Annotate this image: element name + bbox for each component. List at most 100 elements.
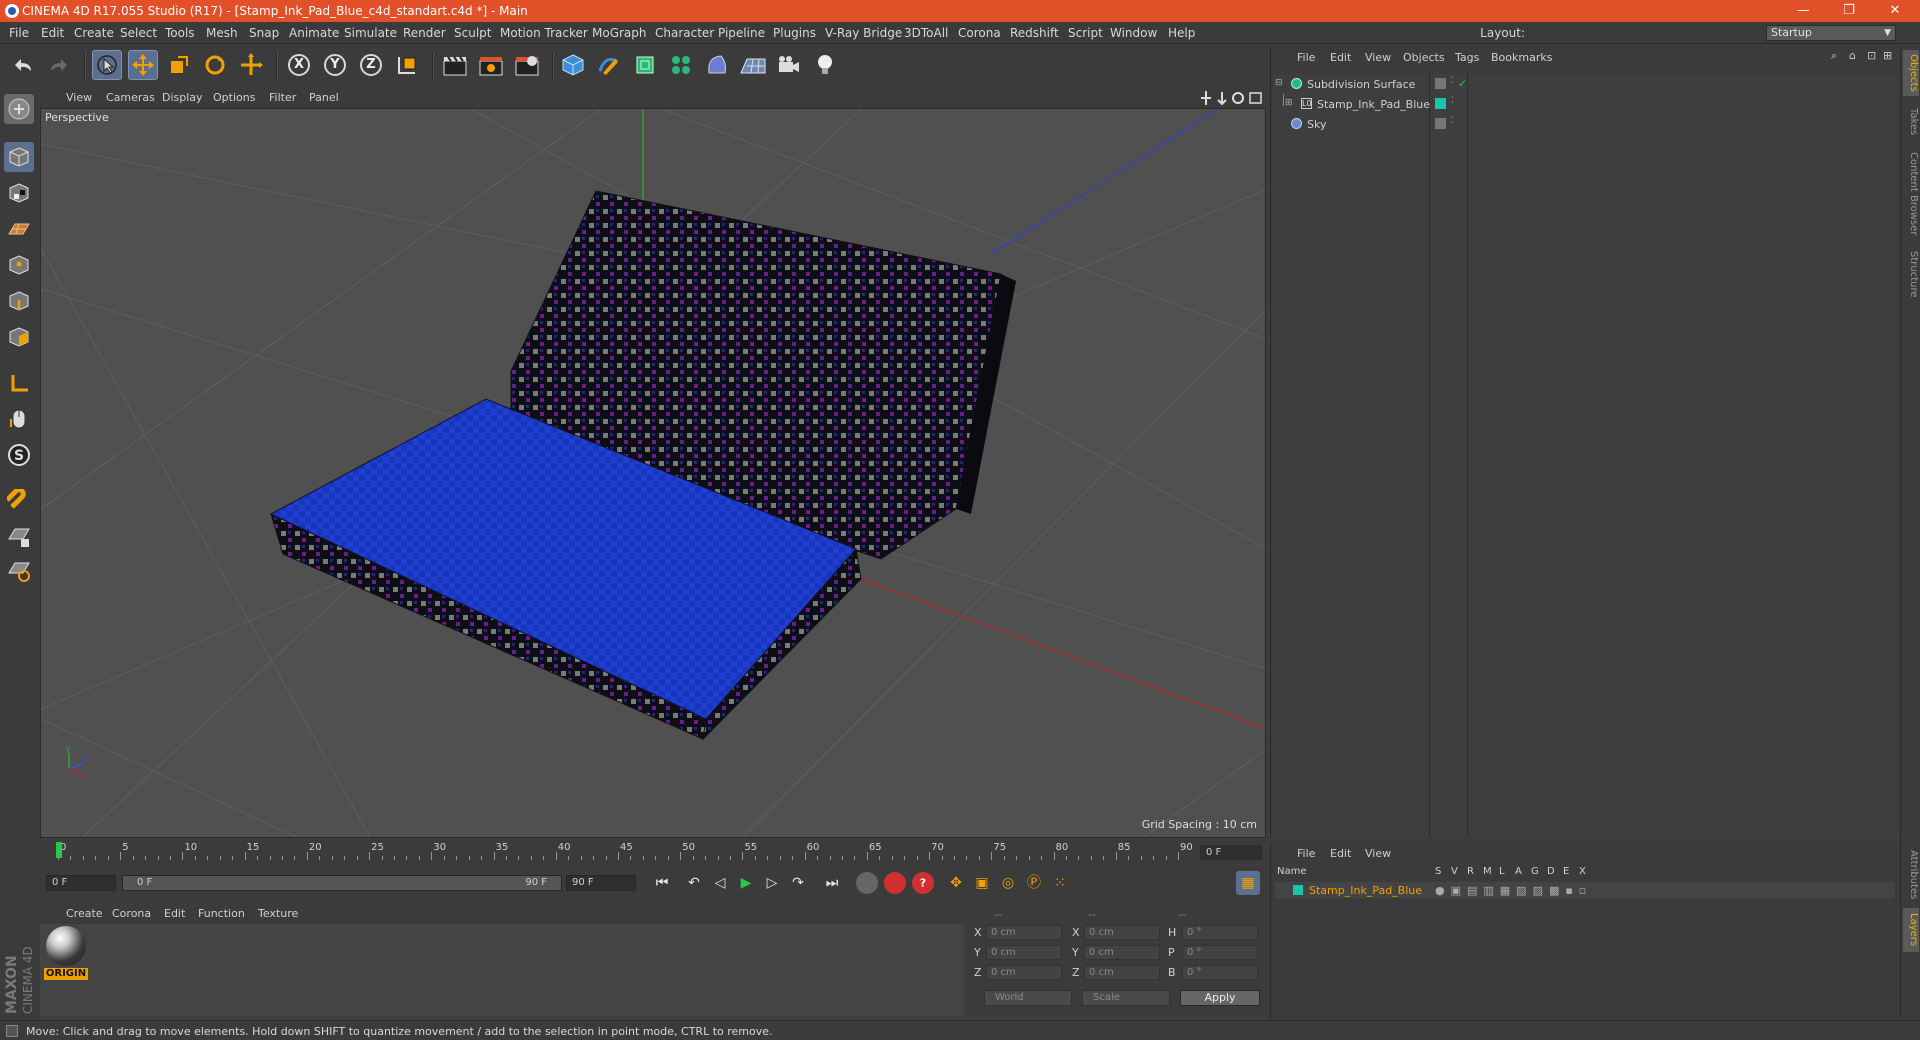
menu-script[interactable]: Script [1068, 26, 1103, 40]
axis-mode-button[interactable] [4, 368, 34, 398]
close-button[interactable]: ✕ [1872, 0, 1918, 22]
play-button[interactable]: ▶ [734, 871, 758, 895]
collapse-icon[interactable]: ⊟ [1275, 78, 1283, 88]
maximize-button[interactable]: ❐ [1826, 0, 1872, 22]
material-menu-corona[interactable]: Corona [112, 907, 151, 920]
add-camera-button[interactable] [774, 50, 804, 80]
menu-simulate[interactable]: Simulate [344, 26, 397, 40]
points-mode-button[interactable] [4, 250, 34, 280]
playhead[interactable] [56, 842, 62, 858]
material-menu-texture[interactable]: Texture [258, 907, 298, 920]
menu-vray-bridge[interactable]: V-Ray Bridge [825, 26, 902, 40]
planar-workplane-button[interactable] [4, 556, 34, 586]
snap-button[interactable]: S [4, 440, 34, 470]
menu-mesh[interactable]: Mesh [206, 26, 238, 40]
viewport-menu-options[interactable]: Options [213, 91, 255, 104]
viewport-menu-cameras[interactable]: Cameras [106, 91, 155, 104]
coordinate-system-button[interactable] [392, 50, 422, 80]
key-pla-button[interactable]: ⁙ [1048, 871, 1072, 895]
texture-mode-button[interactable] [4, 178, 34, 208]
menu-plugins[interactable]: Plugins [773, 26, 816, 40]
layer-flag-icons[interactable]: ●▣▤▥▦▧▨▩▪▫ [1435, 884, 1592, 897]
layout-dropdown[interactable]: Startup ▼ [1766, 25, 1896, 41]
tab-objects[interactable]: Objects [1903, 50, 1919, 96]
polygons-mode-button[interactable] [4, 322, 34, 352]
size-x-field[interactable]: 0 cm [1084, 925, 1160, 940]
move-tool-button[interactable] [128, 50, 158, 80]
key-rotation-button[interactable]: ◎ [996, 871, 1020, 895]
tab-takes[interactable]: Takes [1903, 102, 1919, 142]
viewport-nav-icons[interactable] [1200, 90, 1264, 106]
render-picture-viewer-button[interactable] [476, 50, 506, 80]
motion-record-button[interactable] [856, 872, 878, 894]
max-frame-field[interactable]: 90 F [566, 875, 636, 891]
om-menu-tags[interactable]: Tags [1455, 51, 1479, 64]
autokeying-button[interactable]: ? [912, 872, 934, 894]
undo-button[interactable] [8, 50, 38, 80]
material-menu-create[interactable]: Create [66, 907, 103, 920]
frame-range-slider[interactable]: 0 F 90 F [122, 875, 562, 891]
add-deformer-button[interactable] [702, 50, 732, 80]
go-to-prev-keyframe-button[interactable]: ↶ [682, 871, 706, 895]
tab-layers[interactable]: Layers [1903, 908, 1919, 952]
pos-x-field[interactable]: 0 cm [986, 925, 1062, 940]
tab-content-browser[interactable]: Content Browser [1903, 146, 1919, 242]
viewport-menu-display[interactable]: Display [162, 91, 203, 104]
menu-window[interactable]: Window [1110, 26, 1157, 40]
menu-pipeline[interactable]: Pipeline [718, 26, 765, 40]
om-menu-objects[interactable]: Objects [1403, 51, 1445, 64]
add-mograph-button[interactable] [666, 50, 696, 80]
search-icon[interactable]: ⌕ [1831, 49, 1837, 63]
step-back-button[interactable]: ◁ [708, 871, 732, 895]
magnet-button[interactable] [4, 486, 34, 516]
home-icon[interactable]: ⌂ [1849, 49, 1856, 62]
go-to-start-button[interactable]: ⏮ [650, 871, 674, 895]
material-menu-function[interactable]: Function [198, 907, 245, 920]
menu-corona[interactable]: Corona [958, 26, 1001, 40]
key-position-button[interactable]: ✥ [944, 871, 968, 895]
current-frame-field[interactable]: 0 F [46, 875, 116, 891]
om-menu-file[interactable]: File [1297, 51, 1315, 64]
visibility-dots-icon[interactable]: ⁚ [1451, 76, 1454, 86]
live-selection-button[interactable] [92, 50, 122, 80]
timeline-ruler[interactable]: 0 5 10 15 20 25 30 35 40 45 50 55 60 65 70 75 80 85 90 0 F [40, 840, 1266, 864]
menu-select[interactable]: Select [120, 26, 157, 40]
menu-render[interactable]: Render [403, 26, 446, 40]
rot-h-field[interactable]: 0 ° [1182, 925, 1258, 940]
rotate-tool-button[interactable] [200, 50, 230, 80]
record-keyframe-button[interactable] [884, 872, 906, 894]
material-menu-edit[interactable]: Edit [164, 907, 185, 920]
tab-attributes[interactable]: Attributes [1903, 846, 1919, 904]
pos-z-field[interactable]: 0 cm [986, 965, 1062, 980]
add-environment-button[interactable] [738, 50, 768, 80]
menu-mograph[interactable]: MoGraph [592, 26, 647, 40]
rot-p-field[interactable]: 0 ° [1182, 945, 1258, 960]
object-row-sky[interactable]: Sky ⁚ [1273, 114, 1897, 134]
add-cube-button[interactable] [558, 50, 588, 80]
make-editable-button[interactable] [4, 94, 34, 124]
menu-file[interactable]: File [9, 26, 29, 40]
menu-create[interactable]: Create [74, 26, 114, 40]
viewport-menu-panel[interactable]: Panel [309, 91, 339, 104]
lock-icon[interactable]: ⊡ [1867, 49, 1876, 62]
visibility-dots-icon[interactable]: ⁚ [1451, 116, 1454, 126]
tweak-mode-button[interactable] [4, 404, 34, 434]
new-window-icon[interactable]: ⊞ [1883, 49, 1892, 62]
go-to-next-keyframe-button[interactable]: ↷ [786, 871, 810, 895]
add-spline-button[interactable] [594, 50, 624, 80]
layer-row[interactable]: Stamp_Ink_Pad_Blue ●▣▤▥▦▧▨▩▪▫ [1275, 882, 1895, 898]
size-mode-select[interactable]: Scale [1082, 990, 1170, 1006]
menu-sculpt[interactable]: Sculpt [454, 26, 491, 40]
key-scale-button[interactable]: ▣ [970, 871, 994, 895]
layer-color-swatch[interactable] [1293, 885, 1303, 895]
object-row-stamp-ink-pad[interactable]: ⊞ L0 Stamp_Ink_Pad_Blue ⁚ [1273, 94, 1897, 114]
key-parameter-button[interactable]: Ⓟ [1022, 871, 1046, 895]
size-y-field[interactable]: 0 cm [1084, 945, 1160, 960]
transform-tool-button[interactable] [236, 50, 266, 80]
menu-redshift[interactable]: Redshift [1010, 26, 1059, 40]
scale-tool-button[interactable] [164, 50, 194, 80]
y-axis-lock-button[interactable]: Y [320, 50, 350, 80]
menu-snap[interactable]: Snap [249, 26, 279, 40]
perspective-viewport[interactable]: y z Perspective Grid Spacing : 10 cm [40, 108, 1266, 838]
menu-character[interactable]: Character [655, 26, 714, 40]
